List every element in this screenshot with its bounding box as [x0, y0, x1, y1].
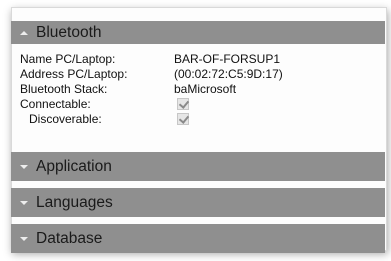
discoverable-checkbox[interactable]: [177, 113, 189, 125]
section-title-application: Application: [36, 157, 112, 175]
section-title-languages: Languages: [36, 193, 113, 211]
expand-arrow-icon: [20, 236, 28, 241]
connectable-checkbox[interactable]: [177, 98, 189, 110]
address-pc-label: Address PC/Laptop:: [20, 67, 128, 81]
name-pc-label: Name PC/Laptop:: [20, 52, 116, 66]
collapse-arrow-icon: [20, 30, 28, 35]
name-pc-value: BAR-OF-FORSUP1: [174, 52, 281, 66]
expand-arrow-icon: [20, 200, 28, 205]
address-pc-value: (00:02:72:C5:9D:17): [174, 67, 283, 81]
discoverable-label: Discoverable:: [29, 112, 102, 126]
section-header-languages[interactable]: Languages: [11, 188, 385, 217]
section-header-bluetooth[interactable]: Bluetooth: [11, 21, 385, 44]
section-header-application[interactable]: Application: [11, 152, 385, 181]
section-title-database: Database: [36, 229, 103, 247]
connectable-label: Connectable:: [20, 97, 91, 111]
section-title-bluetooth: Bluetooth: [36, 23, 102, 41]
bluetooth-stack-label: Bluetooth Stack:: [20, 82, 108, 96]
bluetooth-stack-value: baMicrosoft: [174, 82, 237, 96]
expand-arrow-icon: [20, 164, 28, 169]
section-header-database[interactable]: Database: [11, 224, 385, 253]
